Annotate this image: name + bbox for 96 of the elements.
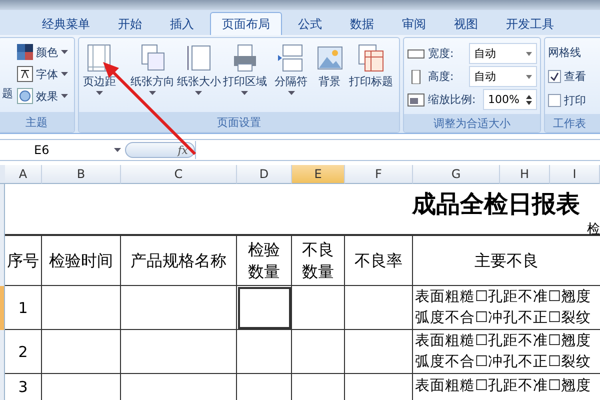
group-label: 工作表 xyxy=(545,114,600,132)
ribbon-button[interactable]: 纸张方向 xyxy=(130,44,175,109)
table-cell[interactable] xyxy=(292,330,345,374)
cell-text: 检 xyxy=(587,221,600,238)
header-cell: 不良率 xyxy=(345,236,413,286)
field-label: 高度: xyxy=(428,69,455,84)
active-cell[interactable] xyxy=(237,286,292,330)
caret-icon[interactable] xyxy=(526,52,532,56)
ribbon-tab[interactable]: 插入 xyxy=(158,12,206,35)
page-size-icon xyxy=(186,44,212,72)
defect-options: 表面粗糙☐孔距不准☐翘度 xyxy=(415,376,600,397)
table-cell[interactable] xyxy=(121,286,237,330)
theme-menu-button[interactable]: 颜色 xyxy=(17,41,68,63)
spinner-field[interactable]: 100% xyxy=(483,89,537,110)
column-header[interactable]: I xyxy=(550,165,600,184)
column-header[interactable]: B xyxy=(42,165,121,184)
column-header[interactable]: H xyxy=(500,165,550,184)
ribbon-tab[interactable]: 开始 xyxy=(106,12,154,35)
ribbon-button[interactable]: 打印区域 xyxy=(222,44,268,109)
pages-icon xyxy=(140,44,166,72)
ribbon-tab[interactable]: 数据 xyxy=(338,12,386,35)
caret-icon xyxy=(96,91,103,95)
ribbon-tab[interactable]: 页面布局 xyxy=(210,12,282,35)
header-cell: 序号 xyxy=(5,236,42,286)
insert-function-button[interactable]: fx xyxy=(125,142,195,158)
ribbon-button[interactable]: 纸张大小 xyxy=(176,44,221,109)
ribbon-button[interactable]: 背景 xyxy=(315,44,344,109)
theme-menu-button[interactable]: 效果 xyxy=(17,85,68,107)
checkbox[interactable] xyxy=(548,70,561,82)
color-squares-icon xyxy=(17,44,33,60)
caret-icon xyxy=(61,50,68,54)
caret-icon xyxy=(195,91,202,95)
defect-options: 表面粗糙☐孔距不准☐翘度 xyxy=(415,330,600,352)
defect-options: 弧度不合☐冲孔不正☐裂纹 xyxy=(415,352,600,372)
field-label: 宽度: xyxy=(428,46,455,61)
header-cell: 检验时间 xyxy=(42,236,121,286)
caret-icon xyxy=(241,91,248,95)
defect-options: 弧度不合☐冲孔不正☐裂纹 xyxy=(415,308,600,328)
group-label: 主题 xyxy=(0,112,74,132)
ribbon-tab[interactable]: 审阅 xyxy=(390,12,438,35)
header-cell: 不良数量 xyxy=(292,236,345,286)
header-cell: 产品规格名称 xyxy=(121,236,237,286)
checkbox-label: 打印 xyxy=(564,92,586,108)
width-icon xyxy=(407,46,425,60)
checkbox-label: 查看 xyxy=(564,68,586,84)
group-label: 页面设置 xyxy=(79,112,399,132)
table-cell[interactable] xyxy=(42,286,121,330)
printer-icon xyxy=(232,44,258,72)
checkbox[interactable] xyxy=(548,94,561,106)
table-cell[interactable] xyxy=(292,286,345,330)
ribbon-tab[interactable]: 视图 xyxy=(442,12,490,35)
theme-menu-button[interactable]: 字体 xyxy=(17,63,68,85)
circle-icon xyxy=(17,88,33,104)
row-number-cell: 2 xyxy=(5,330,42,374)
margins-icon xyxy=(86,44,112,72)
scale-icon xyxy=(407,92,425,106)
ribbon-tab[interactable]: 公式 xyxy=(286,12,334,35)
row-number-cell: 3 xyxy=(5,374,42,400)
table-cell[interactable] xyxy=(237,330,292,374)
column-header[interactable]: F xyxy=(345,165,413,184)
column-header[interactable]: C xyxy=(121,165,237,184)
column-header[interactable]: A xyxy=(5,165,42,184)
ribbon-button[interactable]: 打印标题 xyxy=(346,44,396,109)
section-heading: 网格线 xyxy=(548,44,581,60)
group-label: 调整为合适大小 xyxy=(404,114,540,132)
spinner-arrows-icon[interactable] xyxy=(526,94,532,106)
column-header[interactable]: D xyxy=(237,165,292,184)
caret-icon xyxy=(149,91,156,95)
caret-icon xyxy=(61,94,68,98)
column-header[interactable]: E xyxy=(292,165,345,184)
column-header[interactable]: G xyxy=(413,165,500,184)
field-label: 缩放比例: xyxy=(428,92,477,107)
table-cell[interactable] xyxy=(121,330,237,374)
font-icon xyxy=(17,66,33,82)
dropdown-caret-icon xyxy=(114,148,121,152)
dropdown-field[interactable]: 自动 xyxy=(469,66,537,87)
picture-icon xyxy=(316,44,343,72)
header-cell: 检验数量 xyxy=(237,236,292,286)
ribbon-button[interactable]: 页边距 xyxy=(82,44,117,109)
defect-options: 表面粗糙☐孔距不准☐翘度 xyxy=(415,286,600,308)
dropdown-field[interactable]: 自动 xyxy=(469,43,537,64)
page-breaks-icon xyxy=(278,44,304,72)
table-icon xyxy=(358,44,384,72)
themes-button[interactable]: 题 xyxy=(2,86,13,101)
caret-icon xyxy=(288,91,295,95)
ribbon-button[interactable]: 分隔符 xyxy=(269,44,314,109)
caret-icon[interactable] xyxy=(526,74,532,78)
table-cell[interactable] xyxy=(345,330,413,374)
row-number-cell: 1 xyxy=(5,286,42,330)
table-cell[interactable] xyxy=(42,330,121,374)
sheet-title: 成品全检日报表 xyxy=(412,189,580,220)
ribbon-tab[interactable]: 开发工具 xyxy=(494,12,566,35)
table-cell[interactable] xyxy=(345,286,413,330)
ribbon-tab[interactable]: 经典菜单 xyxy=(30,12,102,35)
caret-icon xyxy=(61,72,68,76)
header-cell: 主要不良 xyxy=(413,236,600,286)
